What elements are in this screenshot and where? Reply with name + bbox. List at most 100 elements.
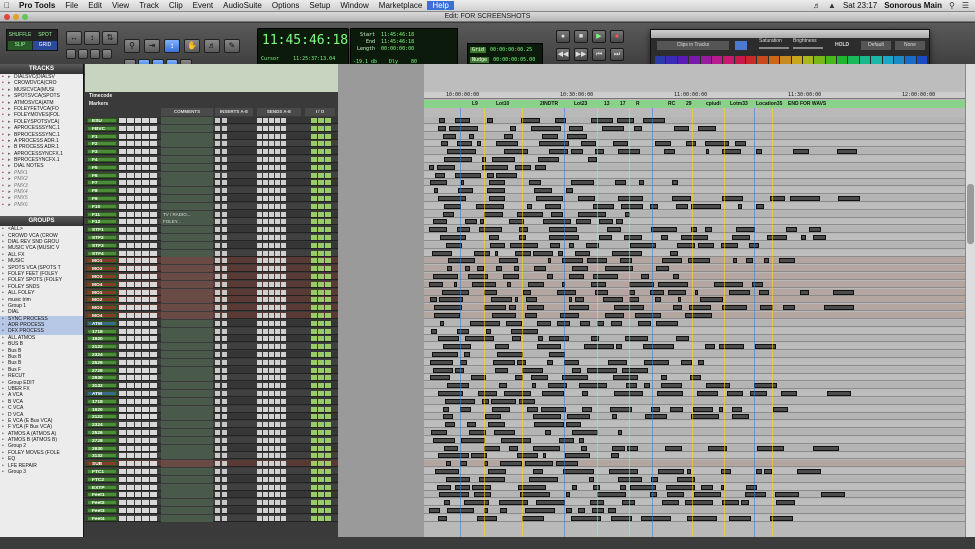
io-selector[interactable] (318, 133, 324, 139)
io-selector[interactable] (325, 172, 331, 178)
main-counter[interactable]: 11:45:46:18 Cursor 11:25:37:13.04 (257, 28, 349, 68)
track-state-button[interactable] (119, 406, 126, 412)
track-lane[interactable] (424, 483, 965, 491)
io-selector[interactable] (318, 461, 324, 467)
audio-clip[interactable] (535, 164, 546, 170)
audio-clip[interactable] (569, 274, 585, 279)
audio-clip[interactable] (681, 359, 693, 365)
insert-slot[interactable] (222, 500, 227, 506)
send-slot[interactable] (281, 219, 286, 225)
insert-slot[interactable] (215, 367, 220, 373)
marker-label[interactable]: Lot10 (496, 100, 509, 108)
track-row[interactable]: Feet4 (85, 514, 338, 522)
insert-slot[interactable] (222, 242, 227, 248)
track-name[interactable]: MO4 (87, 313, 117, 319)
audio-clip[interactable] (541, 406, 566, 412)
audio-clip[interactable] (514, 297, 519, 303)
audio-clip[interactable] (490, 242, 506, 248)
insert-slot[interactable] (222, 149, 227, 155)
zoomer-tool-icon[interactable]: ⚲ (124, 39, 140, 53)
edit-timeline[interactable]: 10:00:00:00 10:30:00:00 11:00:00:00 11:30:0… (424, 64, 965, 537)
track-state-button[interactable] (150, 219, 157, 225)
audio-clip[interactable] (837, 149, 857, 155)
audio-clip[interactable] (428, 164, 435, 170)
audio-clip[interactable] (775, 500, 796, 506)
io-selector[interactable] (318, 242, 324, 248)
audio-clip[interactable] (434, 313, 461, 318)
send-slot[interactable] (257, 500, 262, 506)
track-state-button[interactable] (119, 219, 126, 225)
io-selector[interactable] (318, 500, 324, 506)
audio-clip[interactable] (562, 375, 588, 381)
track-name[interactable]: F1 (87, 133, 117, 140)
send-slot[interactable] (281, 383, 286, 389)
track-state-button[interactable] (126, 242, 134, 248)
audio-clip[interactable] (655, 141, 671, 147)
track-state-button[interactable] (119, 336, 126, 342)
track-name[interactable]: 2728 (87, 437, 117, 444)
insert-slot[interactable] (215, 242, 220, 248)
track-state-button[interactable] (119, 422, 126, 428)
track-name[interactable]: 2930 (87, 375, 117, 381)
send-slot[interactable] (257, 227, 262, 233)
io-selector[interactable] (318, 305, 324, 311)
send-slot[interactable] (257, 149, 262, 155)
audio-clip[interactable] (433, 437, 456, 443)
audio-clip[interactable] (570, 149, 583, 155)
send-slot[interactable] (263, 375, 268, 381)
send-slot[interactable] (257, 414, 262, 420)
track-lane[interactable] (424, 195, 965, 202)
send-slot[interactable] (269, 133, 274, 139)
send-slot[interactable] (263, 406, 268, 412)
audio-clip[interactable] (429, 281, 444, 287)
audio-clip[interactable] (577, 211, 606, 217)
marker-label[interactable]: 17 (620, 100, 626, 108)
io-selector[interactable] (325, 430, 331, 435)
audio-clip[interactable] (750, 391, 767, 396)
track-state-button[interactable] (119, 164, 126, 170)
send-slot[interactable] (257, 196, 262, 201)
audio-clip[interactable] (642, 118, 665, 123)
audio-clip[interactable] (443, 203, 461, 209)
audio-clip[interactable] (521, 515, 545, 521)
audio-clip[interactable] (755, 469, 762, 474)
track-state-button[interactable] (150, 203, 157, 209)
io-selector[interactable] (318, 437, 324, 443)
send-slot[interactable] (281, 469, 286, 474)
io-selector[interactable] (311, 196, 317, 201)
audio-clip[interactable] (495, 266, 502, 272)
audio-clip[interactable] (568, 125, 584, 131)
insert-slot[interactable] (222, 196, 227, 201)
track-state-button[interactable] (134, 398, 142, 404)
track-state-button[interactable] (126, 414, 134, 420)
track-state-button[interactable] (150, 305, 157, 311)
io-selector[interactable] (311, 383, 317, 389)
track-row[interactable]: 1920 (85, 405, 338, 413)
track-state-button[interactable] (126, 266, 134, 272)
audio-clip[interactable] (460, 437, 485, 443)
audio-clip[interactable] (546, 274, 553, 279)
track-state-button[interactable] (126, 164, 134, 170)
audio-clip[interactable] (599, 235, 612, 240)
track-row[interactable]: STF4 (85, 249, 338, 257)
io-selector[interactable] (325, 398, 331, 404)
audio-clip[interactable] (692, 406, 714, 412)
track-row[interactable]: Feet1 (85, 491, 338, 499)
audio-clip[interactable] (586, 367, 618, 373)
io-selector[interactable] (311, 320, 317, 326)
send-slot[interactable] (263, 211, 268, 217)
send-slot[interactable] (281, 336, 286, 342)
track-state-button[interactable] (126, 344, 134, 350)
insert-slot[interactable] (222, 445, 227, 451)
track-state-button[interactable] (150, 445, 157, 451)
send-slot[interactable] (269, 352, 274, 357)
io-selector[interactable] (325, 367, 331, 373)
send-slot[interactable] (257, 203, 262, 209)
send-slot[interactable] (275, 125, 280, 131)
send-slot[interactable] (281, 375, 286, 381)
audio-clip[interactable] (566, 188, 573, 194)
menu-app-name[interactable]: Pro Tools (14, 1, 60, 10)
track-row[interactable]: 2526 (85, 358, 338, 366)
audio-clip[interactable] (439, 118, 446, 123)
io-selector[interactable] (311, 203, 317, 209)
